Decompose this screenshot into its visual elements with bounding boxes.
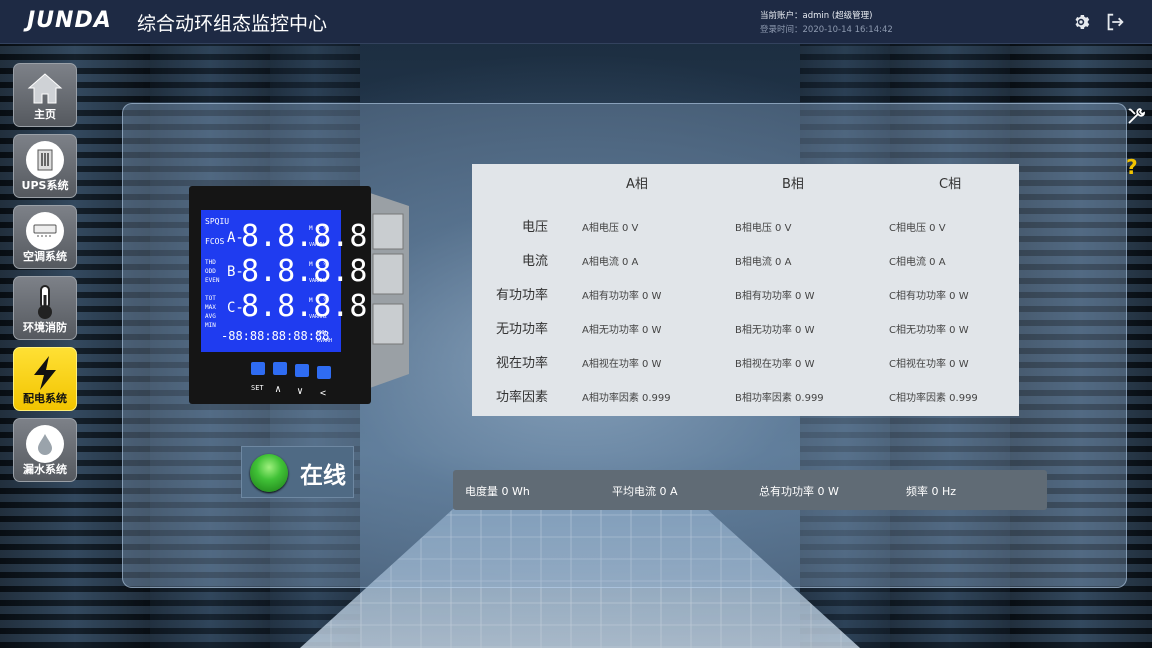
tools-icon[interactable] [1126,106,1146,126]
thermometer-icon [26,283,64,321]
sidebar-item-label: UPS系统 [21,179,69,192]
svg-text:8.8.8.8: 8.8.8.8 [241,219,367,254]
power-meter-device: SPQIU FCOS THD ODD EVEN TOT MAX AVG MIN … [187,184,409,406]
svg-text:EVEN: EVEN [205,277,220,284]
svg-text:KWH: KWH [317,330,326,336]
svg-text:∧: ∧ [275,384,281,395]
cell-c-power-factor: C相功率因素 0.999 [889,393,978,404]
gear-icon[interactable] [1070,11,1092,33]
current-account: 当前账户：admin (超级管理) [760,11,873,21]
svg-text:M K %: M K % [309,261,327,268]
header-phase-a: A相 [626,177,648,192]
svg-text:M K %: M K % [309,225,327,232]
svg-text:ODD: ODD [205,268,216,275]
ups-icon [26,141,64,179]
summary-total-active-power: 总有功功率 0 W [759,485,839,498]
svg-text:8.8.8.8: 8.8.8.8 [241,254,367,289]
cell-a-power-factor: A相功率因素 0.999 [582,393,671,404]
svg-text:<: < [320,388,326,399]
svg-text:VARMHz: VARMHz [309,314,327,320]
svg-text:∨: ∨ [297,386,303,397]
lightning-icon [26,354,64,392]
cell-a-current: A相电流 0 A [582,257,639,268]
summary-bar: 电度量 0 Wh 平均电流 0 A 总有功功率 0 W 频率 0 Hz [453,470,1047,510]
row-label-voltage: 电压 [521,220,548,235]
sidebar-item-ups[interactable]: UPS系统 [13,134,77,198]
summary-frequency: 频率 0 Hz [906,485,957,498]
svg-text:TOT: TOT [205,295,216,302]
cell-b-current: B相电流 0 A [735,257,792,268]
sidebar-item-environment-fire[interactable]: 环境消防 [13,276,77,340]
svg-text:M K %: M K % [309,297,327,304]
sidebar-item-home[interactable]: 主页 [13,63,77,127]
cell-c-voltage: C相电压 0 V [889,223,946,234]
svg-text:SPQIU: SPQIU [205,217,229,226]
summary-avg-current: 平均电流 0 A [612,485,678,498]
brand-logo: JUNDA [27,8,112,33]
cell-c-current: C相电流 0 A [889,257,946,268]
cell-b-reactive-power: B相无功功率 0 W [735,325,815,336]
header-phase-c: C相 [939,177,962,192]
cell-b-active-power: B相有功功率 0 W [735,291,815,302]
cell-a-voltage: A相电压 0 V [582,223,639,234]
sidebar-item-label: 空调系统 [23,250,67,263]
sidebar-item-air-conditioner[interactable]: 空调系统 [13,205,77,269]
row-label-power-factor: 功率因素 [495,390,548,405]
svg-text:SET: SET [251,384,264,392]
cell-c-reactive-power: C相无功功率 0 W [889,325,969,336]
sidebar-item-power-distribution[interactable]: 配电系统 [13,347,77,411]
top-header: JUNDA 综合动环组态监控中心 当前账户：admin (超级管理) 登录时间：… [0,0,1152,44]
cell-c-active-power: C相有功功率 0 W [889,291,969,302]
svg-text:-88:88:88:88:88: -88:88:88:88:88 [221,329,329,343]
air-conditioner-icon [26,212,64,250]
row-label-current: 电流 [521,254,548,269]
svg-text:FCOS: FCOS [205,237,224,246]
cell-c-apparent-power: C相视在功率 0 W [889,359,969,370]
sidebar-item-label: 环境消防 [23,321,67,334]
app-title: 综合动环组态监控中心 [137,13,328,35]
svg-text:KVARH: KVARH [317,338,332,344]
status-label: 在线 [300,463,346,489]
svg-text:VARMHz: VARMHz [309,242,327,248]
svg-text:VARMHz: VARMHz [309,278,327,284]
sidebar-item-water-leak[interactable]: 漏水系统 [13,418,77,482]
sidebar-item-label: 漏水系统 [23,463,67,476]
home-icon [26,70,64,108]
sidebar-item-label: 配电系统 [23,392,67,405]
cell-b-apparent-power: B相视在功率 0 W [735,359,815,370]
svg-text:8.8.8.8: 8.8.8.8 [241,289,367,324]
cell-b-voltage: B相电压 0 V [735,223,792,234]
row-label-active-power: 有功功率 [495,288,548,303]
phase-data-table: A相 B相 C相 电压 A相电压 0 V B相电压 0 V C相电压 0 V 电… [472,164,1019,416]
online-status-badge: 在线 [241,446,354,498]
svg-text:MAX: MAX [205,304,216,311]
logout-icon[interactable] [1104,11,1126,33]
summary-energy: 电度量 0 Wh [465,485,530,498]
sidebar-item-label: 主页 [34,108,56,121]
row-label-apparent-power: 视在功率 [495,356,548,371]
row-label-reactive-power: 无功功率 [495,322,548,337]
cell-a-active-power: A相有功功率 0 W [582,291,662,302]
cell-a-apparent-power: A相视在功率 0 W [582,359,662,370]
header-phase-b: B相 [782,177,804,192]
login-time: 登录时间：2020-10-14 16:14:42 [760,25,893,35]
status-indicator-icon [250,454,288,492]
user-info: 当前账户：admin (超级管理) 登录时间：2020-10-14 16:14:… [760,9,893,37]
help-icon[interactable]: ? [1126,155,1146,179]
svg-text:THD: THD [205,259,216,266]
cell-a-reactive-power: A相无功功率 0 W [582,325,662,336]
cell-b-power-factor: B相功率因素 0.999 [735,393,824,404]
water-drop-icon [26,425,64,463]
svg-text:MIN: MIN [205,322,216,329]
svg-text:AVG: AVG [205,313,216,320]
